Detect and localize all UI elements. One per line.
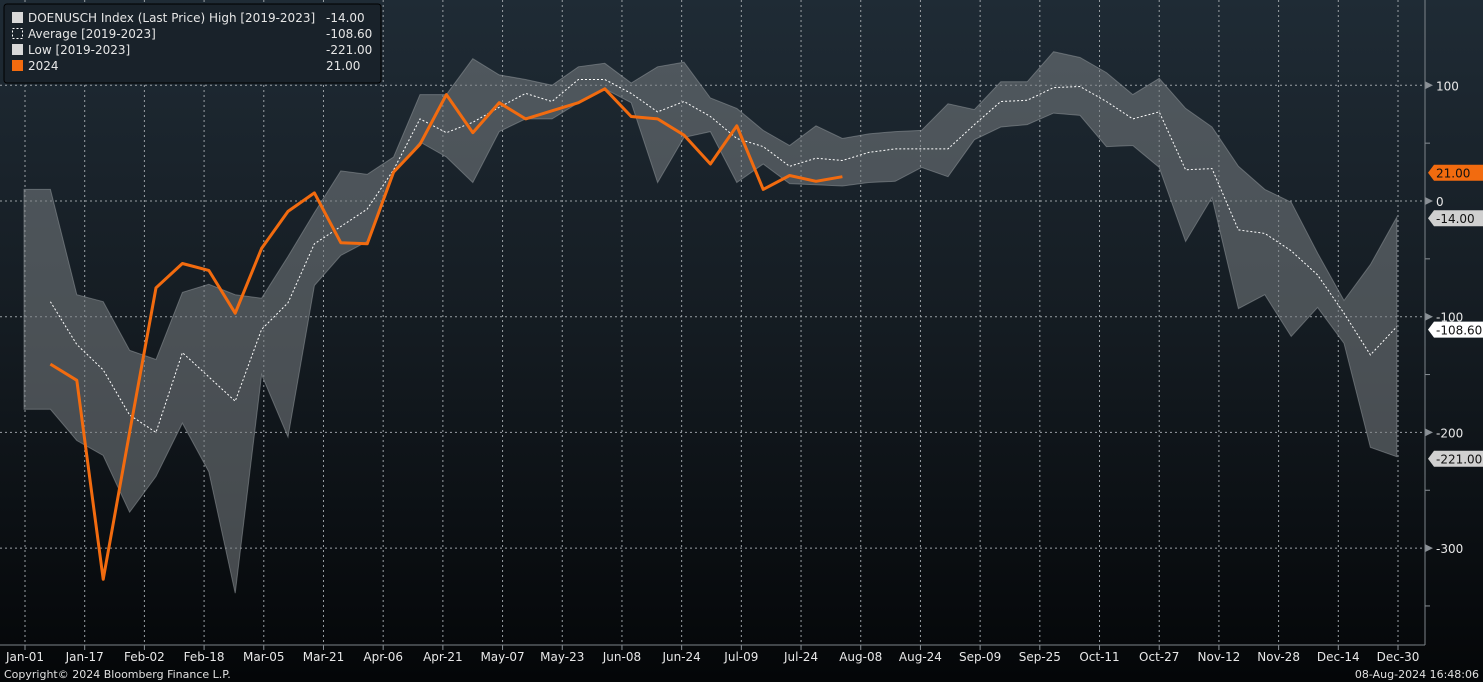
tag-low: -221.00	[1428, 450, 1483, 467]
legend-value-high: -14.00	[326, 11, 365, 25]
x-tick-label: May-07	[480, 650, 524, 664]
x-tick-label: May-23	[540, 650, 584, 664]
tag-low-label: -221.00	[1436, 453, 1482, 467]
legend-value-low: -221.00	[326, 43, 372, 57]
x-tick-label: Dec-14	[1317, 650, 1360, 664]
legend-swatch-2024	[12, 60, 23, 71]
legend-swatch-high	[12, 12, 23, 23]
y-tick-label: 0	[1436, 195, 1444, 209]
x-tick-label: Feb-02	[124, 650, 165, 664]
legend-swatch-low	[12, 44, 23, 55]
x-tick-label: Nov-12	[1198, 650, 1241, 664]
x-tick-label: Feb-18	[184, 650, 225, 664]
legend-label-2024: 2024	[28, 59, 59, 73]
x-tick-label: Aug-08	[839, 650, 882, 664]
tag-2024-label: 21.00	[1436, 167, 1470, 181]
x-tick-label: Sep-09	[959, 650, 1001, 664]
x-tick-label: Apr-06	[363, 650, 403, 664]
x-tick-label: Oct-27	[1139, 650, 1179, 664]
x-tick-label: Jan-17	[65, 650, 104, 664]
tag-average-label: -108.60	[1436, 324, 1482, 338]
x-tick-label: Mar-21	[303, 650, 344, 664]
y-tick-label: -200	[1436, 426, 1463, 440]
tag-average: -108.60	[1428, 321, 1483, 338]
tag-2024: 21.00	[1428, 164, 1483, 181]
x-tick-label: Sep-25	[1019, 650, 1061, 664]
copyright: Copyright© 2024 Bloomberg Finance L.P.	[4, 668, 231, 681]
tag-high-label: -14.00	[1436, 212, 1475, 226]
legend-label-average: Average [2019-2023]	[28, 27, 156, 41]
x-tick-label: Jul-24	[783, 650, 818, 664]
x-tick-label: Mar-05	[243, 650, 284, 664]
legend-value-2024: 21.00	[326, 59, 360, 73]
x-tick-label: Nov-28	[1257, 650, 1300, 664]
x-tick-label: Jan-01	[5, 650, 44, 664]
legend-label-high: DOENUSCH Index (Last Price) High [2019-2…	[28, 11, 315, 25]
tag-high: -14.00	[1428, 210, 1483, 227]
y-tick-label: 100	[1436, 79, 1459, 93]
legend-value-average: -108.60	[326, 27, 372, 41]
chart: 1000-100-200-300 Jan-01 Jan-17 Feb-02 Feb-1…	[0, 0, 1483, 682]
x-tick-label: Jul-09	[723, 650, 758, 664]
legend: DOENUSCH Index (Last Price) High [2019-2…	[3, 3, 382, 84]
x-tick-label: Jun-24	[661, 650, 700, 664]
x-tick-label: Aug-24	[899, 650, 942, 664]
legend-label-low: Low [2019-2023]	[28, 43, 130, 57]
y-tick-label: -300	[1436, 542, 1463, 556]
x-tick-label: Jun-08	[602, 650, 641, 664]
timestamp: 08-Aug-2024 16:48:06	[1355, 668, 1479, 681]
x-tick-label: Oct-11	[1079, 650, 1119, 664]
x-tick-label: Apr-21	[423, 650, 463, 664]
x-tick-label: Dec-30	[1377, 650, 1420, 664]
